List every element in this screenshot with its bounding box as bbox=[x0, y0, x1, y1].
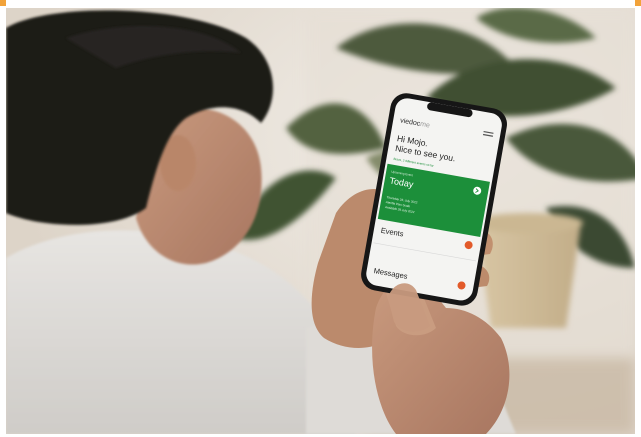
corner-marker-top-right bbox=[635, 0, 641, 6]
image-frame: viedocme Hi Mojo. Nice to see you. Bravo… bbox=[0, 0, 641, 437]
plant-pot bbox=[473, 213, 583, 328]
photo: viedocme Hi Mojo. Nice to see you. Bravo… bbox=[6, 8, 635, 434]
photo-scene: viedocme Hi Mojo. Nice to see you. Bravo… bbox=[6, 8, 635, 434]
corner-marker-top-left bbox=[0, 0, 6, 6]
